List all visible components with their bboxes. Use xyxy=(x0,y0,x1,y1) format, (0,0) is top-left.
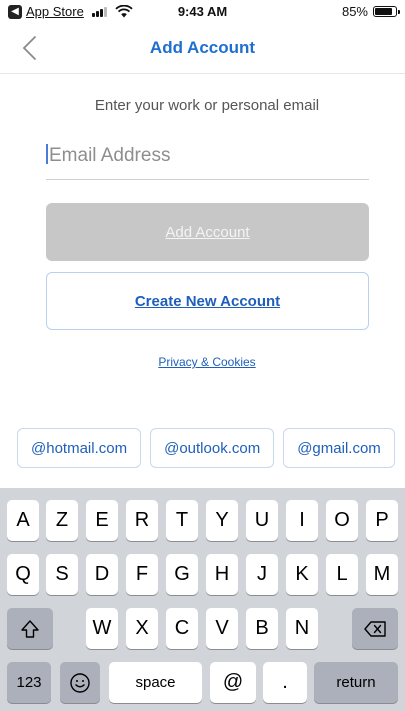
keyboard-row-1: A Z E R T Y U I O P xyxy=(0,500,405,541)
dot-key[interactable]: . xyxy=(263,662,307,703)
navigation-bar: Add Account xyxy=(0,24,405,74)
numbers-key[interactable]: 123 xyxy=(7,662,51,703)
space-key[interactable]: space xyxy=(109,662,202,703)
email-field-container xyxy=(46,136,369,180)
key-i[interactable]: I xyxy=(286,500,318,541)
keyboard-row-3: W X C V B N xyxy=(0,608,405,649)
key-f[interactable]: F xyxy=(126,554,158,595)
key-p[interactable]: P xyxy=(366,500,398,541)
wifi-icon xyxy=(115,5,133,18)
key-a[interactable]: A xyxy=(7,500,39,541)
back-to-app-icon[interactable]: ◀ xyxy=(8,4,22,19)
keyboard-row-2: Q S D F G H J K L M xyxy=(0,554,405,595)
create-new-account-button[interactable]: Create New Account xyxy=(46,272,369,330)
battery-icon xyxy=(373,6,400,17)
add-account-button[interactable]: Add Account xyxy=(46,203,369,261)
key-y[interactable]: Y xyxy=(206,500,238,541)
email-input[interactable] xyxy=(49,140,367,172)
suggestion-gmail[interactable]: @gmail.com xyxy=(283,428,395,468)
key-j[interactable]: J xyxy=(246,554,278,595)
create-new-account-label: Create New Account xyxy=(134,292,281,310)
status-right: 85% xyxy=(341,4,400,19)
battery-fill xyxy=(375,8,392,15)
suggestion-hotmail[interactable]: @hotmail.com xyxy=(17,428,142,468)
at-key[interactable]: @ xyxy=(210,662,256,703)
key-u[interactable]: U xyxy=(246,500,278,541)
emoji-key[interactable] xyxy=(60,662,100,703)
key-h[interactable]: H xyxy=(206,554,238,595)
key-w[interactable]: W xyxy=(86,608,118,649)
key-l[interactable]: L xyxy=(326,554,358,595)
key-e[interactable]: E xyxy=(86,500,118,541)
key-s[interactable]: S xyxy=(46,554,78,595)
keyboard-row-4: 123 space @ . return xyxy=(0,662,405,703)
key-k[interactable]: K xyxy=(286,554,318,595)
page-title: Add Account xyxy=(149,38,256,57)
keyboard: A Z E R T Y U I O P Q S D F G H J K L M … xyxy=(0,488,405,711)
key-o[interactable]: O xyxy=(326,500,358,541)
key-z[interactable]: Z xyxy=(46,500,78,541)
delete-key[interactable] xyxy=(352,608,398,649)
email-domain-suggestions: @hotmail.com @outlook.com @gmail.com xyxy=(0,428,405,488)
key-v[interactable]: V xyxy=(206,608,238,649)
email-prompt: Enter your work or personal email xyxy=(94,97,320,114)
suggestion-outlook[interactable]: @outlook.com xyxy=(150,428,275,468)
privacy-cookies-link[interactable]: Privacy & Cookies xyxy=(0,355,405,369)
key-n[interactable]: N xyxy=(286,608,318,649)
shift-key[interactable] xyxy=(7,608,53,649)
key-c[interactable]: C xyxy=(166,608,198,649)
key-q[interactable]: Q xyxy=(7,554,39,595)
return-key[interactable]: return xyxy=(314,662,398,703)
backspace-icon xyxy=(364,620,386,637)
key-r[interactable]: R xyxy=(126,500,158,541)
key-g[interactable]: G xyxy=(166,554,198,595)
key-b[interactable]: B xyxy=(246,608,278,649)
battery-percent: 85% xyxy=(341,4,368,19)
status-left: ◀ App Store xyxy=(8,4,133,19)
emoji-icon xyxy=(70,672,90,693)
shift-icon xyxy=(21,619,39,638)
key-d[interactable]: D xyxy=(86,554,118,595)
back-to-app-link[interactable]: App Store xyxy=(26,4,84,19)
key-t[interactable]: T xyxy=(166,500,198,541)
cellular-signal-icon xyxy=(91,6,107,17)
add-account-label: Add Account xyxy=(165,223,250,241)
key-m[interactable]: M xyxy=(366,554,398,595)
text-caret xyxy=(46,144,48,164)
status-bar: ◀ App Store 9:43 AM 85% xyxy=(0,0,405,22)
key-x[interactable]: X xyxy=(126,608,158,649)
